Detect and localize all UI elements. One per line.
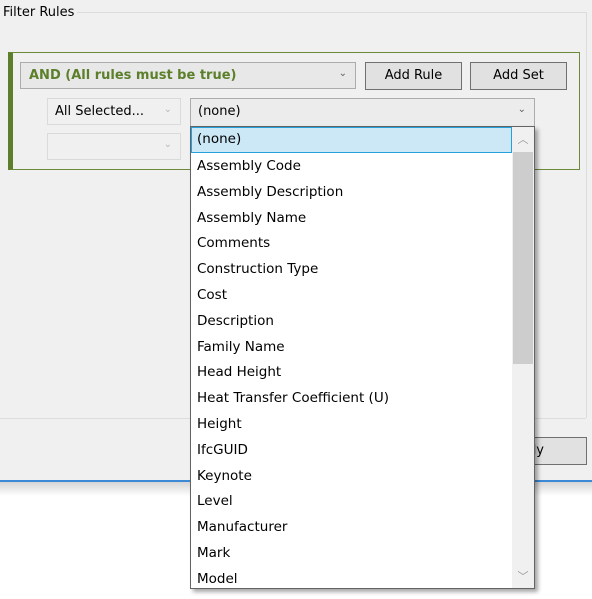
filter-rules-group-title: Filter Rules: [3, 5, 78, 20]
list-item[interactable]: Description: [191, 308, 512, 334]
category-value: All Selected...: [55, 104, 145, 119]
list-item[interactable]: Cost: [191, 282, 512, 308]
parameter-dropdown-list[interactable]: (none) Assembly Code Assembly Description A…: [190, 126, 535, 589]
list-item-selected[interactable]: (none): [191, 127, 512, 153]
list-item[interactable]: Construction Type: [191, 256, 512, 282]
scroll-up-icon[interactable]: ︿: [512, 129, 534, 151]
list-item[interactable]: Manufacturer: [191, 514, 512, 540]
chevron-down-icon: ⌄: [163, 104, 172, 115]
list-item[interactable]: Level: [191, 488, 512, 514]
logic-operator-value: AND (All rules must be true): [29, 68, 237, 83]
list-item[interactable]: Height: [191, 411, 512, 437]
group-border-right: [586, 12, 587, 418]
parameter-dropdown[interactable]: (none) ⌄: [190, 98, 535, 127]
list-item[interactable]: Family Name: [191, 334, 512, 360]
logic-operator-dropdown[interactable]: AND (All rules must be true) ⌄: [20, 62, 356, 89]
category-dropdown[interactable]: All Selected... ⌄: [47, 98, 181, 125]
add-set-button[interactable]: Add Set: [470, 62, 567, 90]
list-item[interactable]: Mark: [191, 540, 512, 566]
add-rule-button[interactable]: Add Rule: [365, 62, 462, 90]
parameter-options: (none) Assembly Code Assembly Description A…: [191, 127, 512, 588]
list-item[interactable]: Head Height: [191, 359, 512, 385]
group-border-top: [76, 12, 586, 13]
list-item[interactable]: IfcGUID: [191, 437, 512, 463]
list-item[interactable]: Assembly Description: [191, 179, 512, 205]
parameter-value: (none): [198, 104, 241, 119]
chevron-down-icon: ⌄: [163, 139, 172, 150]
scroll-down-icon[interactable]: ﹀: [512, 566, 534, 588]
list-item[interactable]: Heat Transfer Coefficient (U): [191, 385, 512, 411]
dropdown-scrollbar[interactable]: ︿ ﹀: [512, 127, 534, 588]
chevron-down-icon: ⌄: [338, 68, 347, 79]
list-item[interactable]: Model: [191, 566, 512, 588]
list-item[interactable]: Assembly Code: [191, 153, 512, 179]
condition-dropdown[interactable]: ⌄: [47, 133, 181, 160]
list-item[interactable]: Assembly Name: [191, 205, 512, 231]
list-item[interactable]: Comments: [191, 230, 512, 256]
list-item[interactable]: Keynote: [191, 463, 512, 489]
scrollbar-thumb[interactable]: [513, 152, 533, 364]
chevron-down-icon: ⌄: [517, 104, 526, 115]
